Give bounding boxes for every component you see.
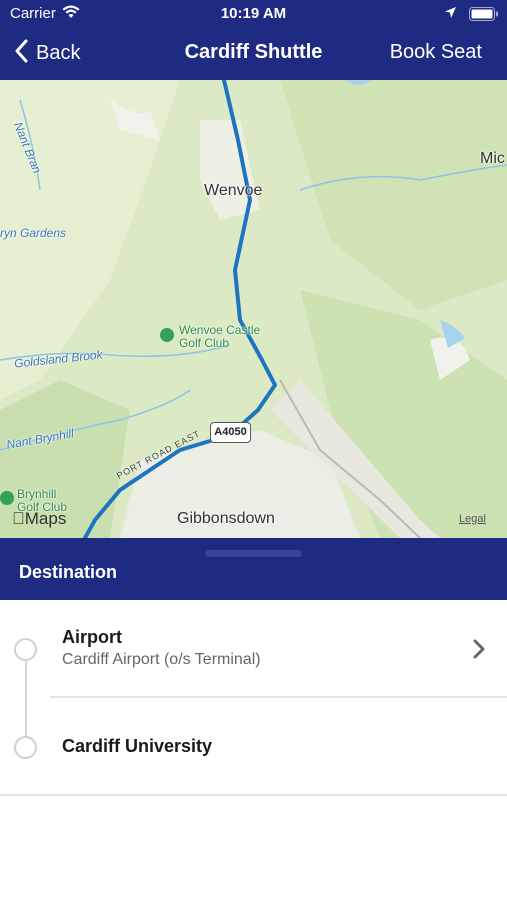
map-label-mic: Mic — [480, 150, 505, 167]
apple-icon:  — [12, 509, 25, 528]
maps-attribution: Maps — [12, 509, 67, 528]
stop-marker-icon — [14, 736, 37, 759]
stop-marker-icon — [14, 638, 37, 661]
map-label-golf-club: Golf Club — [179, 336, 230, 350]
sheet-drag-handle[interactable] — [205, 550, 302, 557]
map-label-wenvoe: Wenvoe — [204, 182, 263, 199]
stop-name: Airport — [62, 627, 122, 647]
map-view[interactable]: Nant Bran Mic Wenvoe ryn Gardens Wenvoe … — [0, 80, 507, 538]
map-label-gibbonsdown: Gibbonsdown — [177, 510, 275, 527]
status-time: 10:19 AM — [220, 5, 287, 22]
back-label: Back — [36, 42, 81, 64]
nav-bar: Back Cardiff Shuttle Book Seat — [0, 28, 507, 80]
list-item-airport[interactable]: Airport Cardiff Airport (o/s Terminal) — [0, 600, 507, 697]
status-bar: Carrier 10:19 AM — [0, 0, 507, 28]
list-item-cardiff-university[interactable]: Cardiff University — [0, 698, 507, 795]
chevron-right-icon — [472, 638, 486, 665]
bottom-sheet-header: Destination — [0, 538, 507, 600]
book-seat-button[interactable]: Book Seat — [390, 41, 482, 64]
legal-link[interactable]: Legal — [459, 513, 486, 525]
map-canvas — [0, 80, 507, 538]
header: Carrier 10:19 AM Back Cardiff Shuttle Bo… — [0, 0, 507, 80]
stop-name: Cardiff University — [62, 736, 213, 756]
map-label-bryn-gardens: ryn Gardens — [0, 226, 67, 240]
road-shield-a4050: A4050 — [210, 422, 251, 443]
map-label-brynhill: Brynhill — [17, 487, 57, 501]
battery-icon — [469, 7, 499, 25]
location-arrow-icon — [444, 6, 457, 23]
chevron-left-icon — [14, 39, 28, 68]
stop-detail: Cardiff Airport (o/s Terminal) — [62, 651, 261, 668]
back-button[interactable]: Back — [14, 39, 80, 68]
apple-maps-logo: Maps — [12, 509, 66, 529]
sheet-title: Destination — [19, 562, 118, 582]
divider — [0, 794, 507, 796]
map-label-wenvoe-castle: Wenvoe Castle — [179, 323, 261, 337]
